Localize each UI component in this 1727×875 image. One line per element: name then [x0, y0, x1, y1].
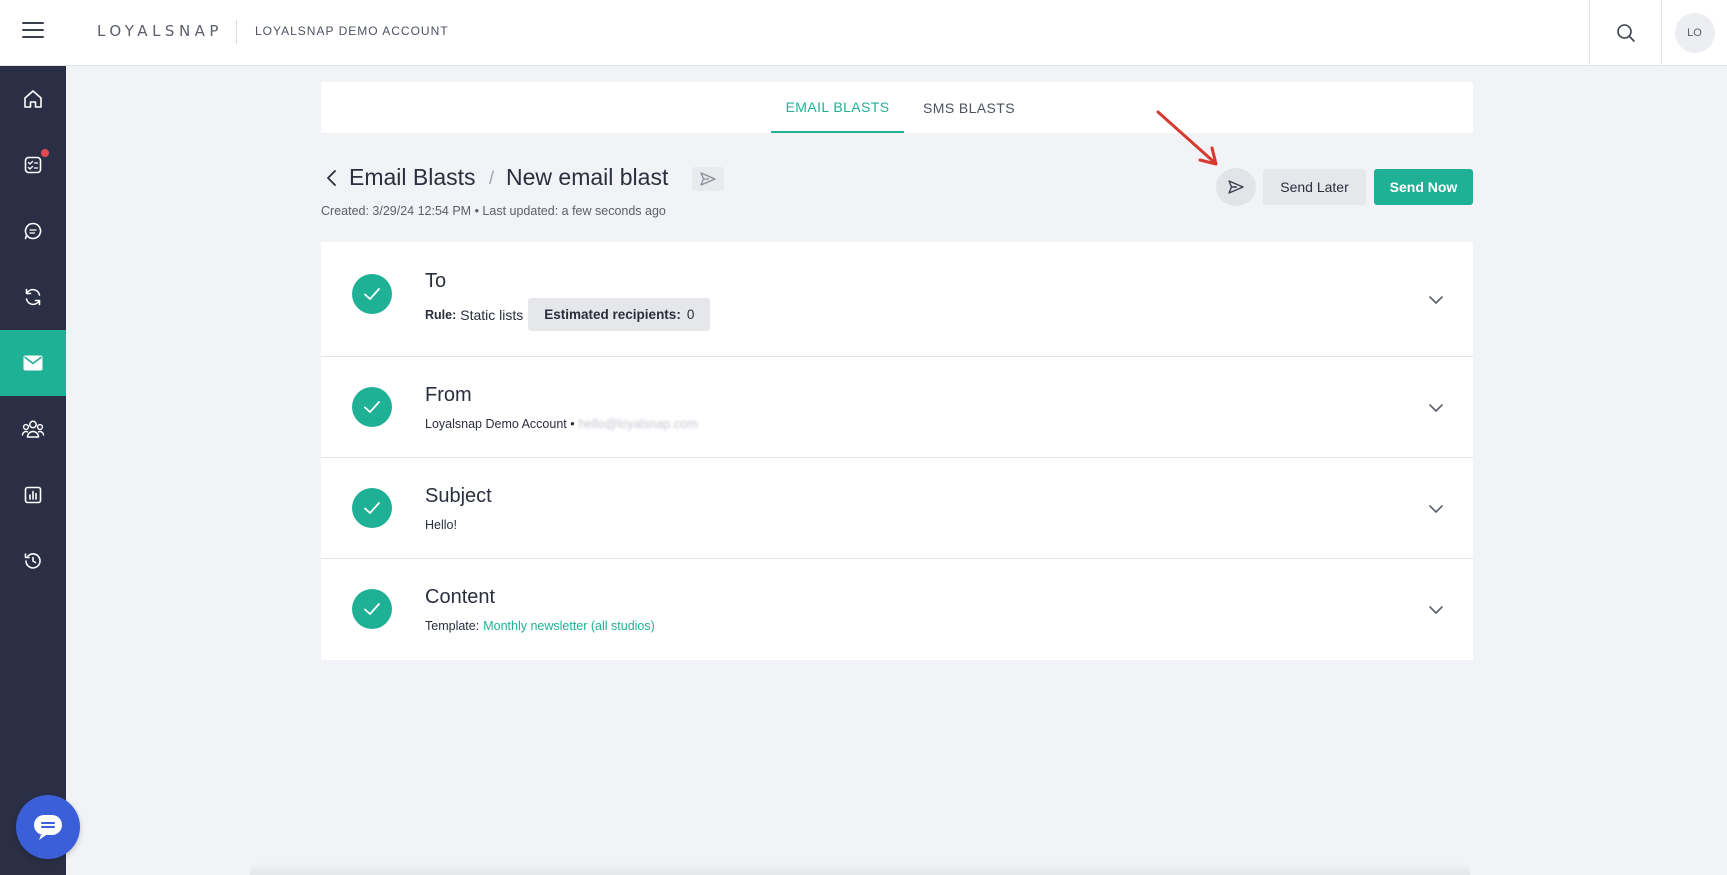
notification-dot — [41, 149, 49, 157]
brand-logo[interactable]: LOYALSNAP — [97, 22, 223, 40]
check-icon — [364, 502, 380, 514]
chevron-down-icon[interactable] — [1428, 605, 1444, 615]
chat-widget-icon — [34, 815, 62, 840]
section-title: To — [425, 270, 447, 292]
sender-name: Loyalsnap Demo Account • — [425, 417, 575, 431]
refresh-icon — [25, 288, 41, 306]
sidebar-item-history[interactable] — [0, 528, 66, 594]
send-icon — [700, 172, 716, 186]
history-icon — [24, 553, 41, 569]
section-complete-check — [352, 488, 392, 528]
sidebar-item-automations[interactable] — [0, 264, 66, 330]
section-complete-check — [352, 387, 392, 427]
bar-chart-icon — [24, 486, 42, 504]
send-later-button[interactable]: Send Later — [1263, 169, 1366, 205]
title-status — [692, 167, 724, 191]
section-detail: Loyalsnap Demo Account • hello@loyalsnap… — [425, 417, 698, 431]
sidebar — [0, 66, 66, 875]
template-label: Template: — [425, 619, 480, 633]
section-content[interactable]: Content Template: Monthly newsletter (al… — [321, 559, 1473, 660]
recipients-count: 0 — [686, 307, 695, 322]
check-icon — [364, 603, 380, 615]
tab-sms-blasts[interactable]: SMS BLASTS — [904, 82, 1034, 133]
chevron-down-icon[interactable] — [1428, 295, 1444, 305]
sender-email: hello@loyalsnap.com — [578, 417, 698, 431]
rule-label: Rule: — [425, 307, 457, 322]
send-icon — [1228, 180, 1244, 194]
chat-icon — [24, 222, 42, 240]
breadcrumb-email-blasts[interactable]: Email Blasts — [349, 164, 476, 191]
chevron-down-icon[interactable] — [1428, 403, 1444, 413]
sidebar-item-messages[interactable] — [0, 198, 66, 264]
avatar: LO — [1674, 12, 1715, 53]
annotation-arrow-icon — [1156, 110, 1218, 166]
sidebar-item-members[interactable] — [0, 396, 66, 462]
top-right-actions: LO — [1589, 0, 1727, 65]
avatar-button[interactable]: LO — [1661, 0, 1727, 65]
bottom-panel-edge — [250, 862, 1470, 875]
rule-value: Static lists — [460, 306, 524, 323]
sidebar-item-reports[interactable] — [0, 462, 66, 528]
breadcrumb-separator: / — [489, 168, 495, 188]
recipients-label: Estimated recipients: — [544, 307, 681, 322]
section-to[interactable]: To Rule: Static lists Estimated recipien… — [321, 242, 1473, 357]
section-detail: Template: Monthly newsletter (all studio… — [425, 619, 655, 633]
menu-icon[interactable] — [22, 22, 44, 40]
search-button[interactable] — [1589, 0, 1661, 65]
section-subject[interactable]: Subject Hello! — [321, 458, 1473, 559]
send-test-button[interactable] — [1216, 168, 1256, 206]
blast-tabs: EMAIL BLASTS SMS BLASTS — [321, 82, 1473, 133]
section-complete-check — [352, 589, 392, 629]
template-link[interactable]: Monthly newsletter (all studios) — [483, 619, 655, 633]
support-chat-button[interactable] — [16, 795, 80, 859]
estimated-recipients-badge: Estimated recipients: 0 — [528, 298, 711, 331]
section-title: Subject — [425, 485, 492, 507]
subject-value: Hello! — [425, 518, 457, 532]
sidebar-item-tasks[interactable] — [0, 132, 66, 198]
section-title: From — [425, 384, 472, 406]
check-icon — [364, 288, 380, 300]
tab-email-blasts[interactable]: EMAIL BLASTS — [771, 82, 904, 133]
sidebar-item-email[interactable] — [0, 330, 66, 396]
section-detail: Rule: Static lists Estimated recipients:… — [425, 298, 711, 331]
account-name[interactable]: LOYALSNAP DEMO ACCOUNT — [255, 24, 449, 38]
blast-meta: Created: 3/29/24 12:54 PM • Last updated… — [321, 204, 666, 218]
chevron-down-icon[interactable] — [1428, 504, 1444, 514]
back-arrow-icon[interactable] — [323, 168, 341, 188]
search-icon — [1616, 23, 1635, 42]
check-icon — [364, 401, 380, 413]
mail-icon — [23, 355, 43, 371]
home-icon — [24, 90, 42, 108]
page-title: New email blast — [506, 164, 669, 190]
section-complete-check — [352, 274, 392, 314]
top-bar: LOYALSNAP LOYALSNAP DEMO ACCOUNT LO — [0, 0, 1727, 66]
send-now-button[interactable]: Send Now — [1374, 169, 1473, 205]
people-icon — [21, 420, 45, 438]
divider — [236, 20, 237, 44]
sidebar-item-home[interactable] — [0, 66, 66, 132]
section-from[interactable]: From Loyalsnap Demo Account • hello@loya… — [321, 357, 1473, 458]
checklist-icon — [24, 156, 42, 174]
section-title: Content — [425, 586, 496, 608]
blast-sections: To Rule: Static lists Estimated recipien… — [321, 242, 1473, 660]
